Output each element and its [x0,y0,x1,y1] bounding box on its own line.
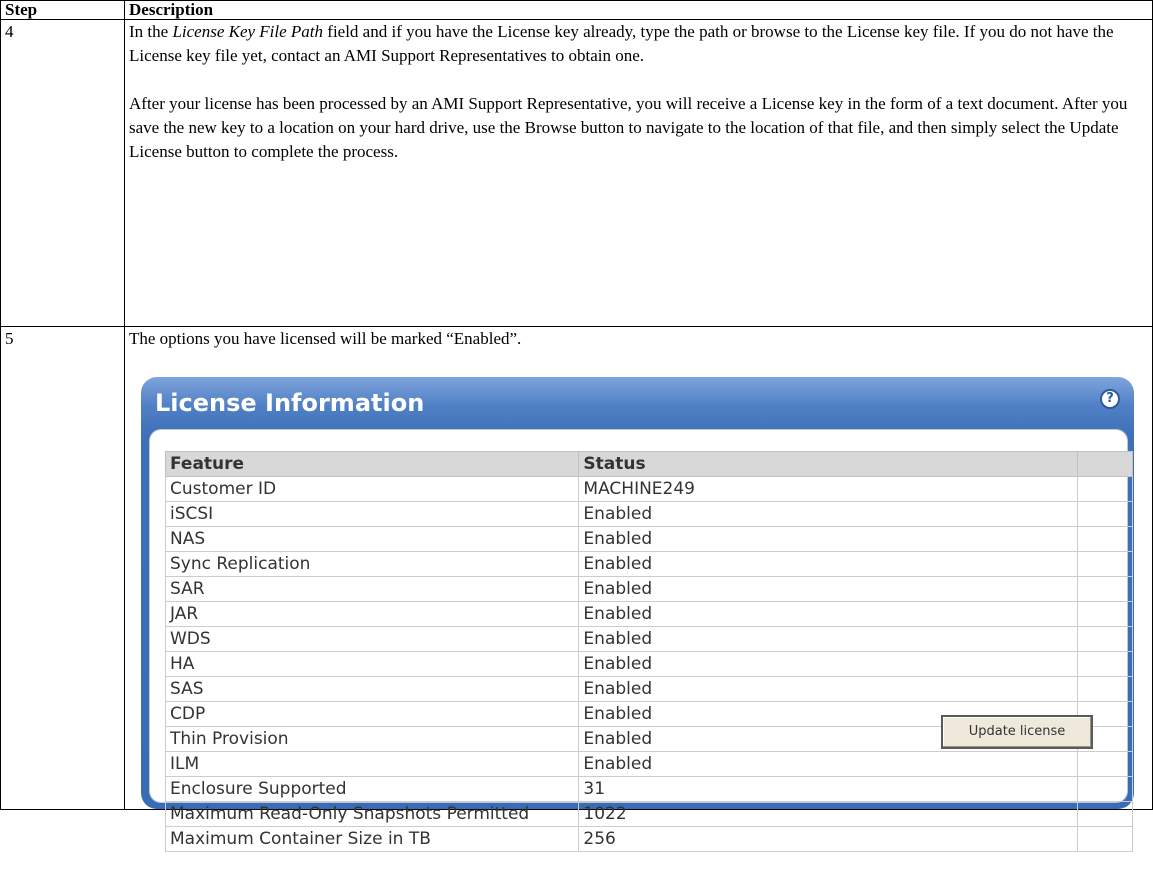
feature-cell: SAR [164,576,580,602]
step-row: 4 In the License Key File Path field and… [0,19,1153,327]
license-row: Enclosure Supported 31 [164,776,1134,802]
license-row: Sync Replication Enabled [164,551,1134,577]
feature-cell: HA [164,651,580,677]
empty-cell [1076,551,1134,577]
empty-cell [1076,526,1134,552]
status-cell: MACHINE249 [578,476,1078,502]
license-row: Maximum Container Size in TB 256 [164,826,1134,852]
feature-cell: ILM [164,751,580,777]
feature-cell: Maximum Container Size in TB [164,826,580,852]
feature-column-header: Feature [164,451,580,477]
license-information-panel: License Information ? Feature Status Cus… [141,377,1134,852]
feature-cell: Sync Replication [164,551,580,577]
step-number: 5 [0,326,125,810]
license-row: Customer ID MACHINE249 [164,476,1134,502]
license-row: SAS Enabled [164,676,1134,702]
step-description: The options you have licensed will be ma… [124,326,1153,852]
license-table: Feature Status Customer ID MACHINE249 iSCS… [164,451,1134,852]
field-name-italic: License Key File Path [172,22,324,41]
feature-cell: Enclosure Supported [164,776,580,802]
feature-cell: SAS [164,676,580,702]
feature-cell: NAS [164,526,580,552]
step-column-header: Step [0,0,125,20]
panel-body: Feature Status Customer ID MACHINE249 iSCS… [149,429,1134,852]
status-cell: Enabled [578,751,1078,777]
feature-cell: JAR [164,601,580,627]
empty-cell [1076,676,1134,702]
text-span: In the [129,22,173,41]
status-cell: Enabled [578,676,1078,702]
help-question-icon[interactable]: ? [1100,389,1120,409]
empty-cell [1076,576,1134,602]
feature-cell: iSCSI [164,501,580,527]
extra-column-header [1076,451,1134,477]
step-4-paragraph-2: After your license has been processed by… [129,94,1128,161]
license-row: iSCSI Enabled [164,501,1134,527]
status-cell: Enabled [578,601,1078,627]
step-description: In the License Key File Path field and i… [124,19,1153,327]
description-column-header: Description [124,0,1153,20]
license-row: ILM Enabled [164,751,1134,777]
empty-cell [1076,626,1134,652]
empty-cell [1076,751,1134,777]
feature-cell: Maximum Read-Only Snapshots Permitted [164,801,580,827]
steps-table: Step Description 4 In the License Key Fi… [0,0,1153,852]
step-5-paragraph-1: The options you have licensed will be ma… [129,329,522,348]
status-cell: Enabled [578,651,1078,677]
panel-title: License Information [155,389,425,417]
status-cell: 1022 [578,801,1078,827]
license-row: HA Enabled [164,651,1134,677]
status-cell: Enabled [578,526,1078,552]
license-row: Maximum Read-Only Snapshots Permitted 102… [164,801,1134,827]
feature-cell: Thin Provision [164,726,580,752]
license-row: NAS Enabled [164,526,1134,552]
status-cell: 256 [578,826,1078,852]
empty-cell [1076,801,1134,827]
feature-cell: WDS [164,626,580,652]
steps-header-row: Step Description [0,0,1153,20]
update-license-button[interactable]: Update license [941,715,1093,749]
feature-cell: Customer ID [164,476,580,502]
status-cell: Enabled [578,501,1078,527]
status-cell: 31 [578,776,1078,802]
license-row: JAR Enabled [164,601,1134,627]
status-cell: Enabled [578,626,1078,652]
status-cell: Enabled [578,576,1078,602]
empty-cell [1076,476,1134,502]
license-row: SAR Enabled [164,576,1134,602]
step-4-paragraph-1: In the License Key File Path field and i… [129,20,1152,68]
status-cell: Enabled [578,551,1078,577]
status-column-header: Status [578,451,1078,477]
license-header-row: Feature Status [164,451,1134,477]
step-row: 5 The options you have licensed will be … [0,326,1153,852]
step-number: 4 [0,19,125,327]
empty-cell [1076,826,1134,852]
feature-cell: CDP [164,701,580,727]
license-row: WDS Enabled [164,626,1134,652]
empty-cell [1076,501,1134,527]
empty-cell [1076,776,1134,802]
empty-cell [1076,651,1134,677]
empty-cell [1076,601,1134,627]
